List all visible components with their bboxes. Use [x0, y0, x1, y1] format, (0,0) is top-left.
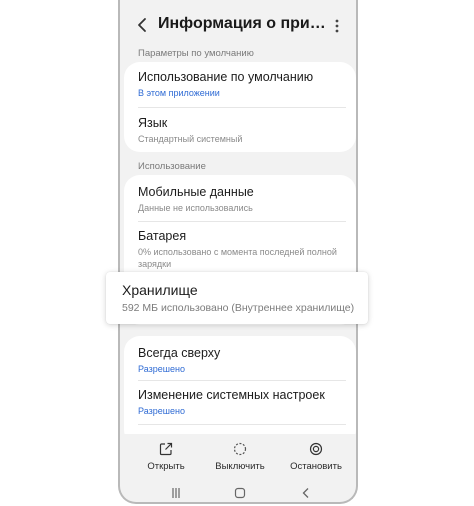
page-title: Информация о приложении — [158, 15, 334, 32]
recent-apps-icon[interactable] — [170, 486, 182, 502]
open-external-icon — [159, 442, 173, 456]
language-subtitle: Стандартный системный — [138, 134, 243, 144]
system-nav-bar — [120, 482, 356, 502]
divider — [138, 424, 346, 425]
defaults-card: Использование по умолчанию В этом прилож… — [124, 62, 356, 152]
language-title: Язык — [138, 116, 168, 130]
section-label-usage: Использование — [138, 161, 206, 172]
default-use-item[interactable]: Использование по умолчанию В этом прилож… — [138, 70, 346, 99]
stop-button[interactable]: Остановить — [276, 442, 356, 472]
open-button[interactable]: Открыть — [126, 442, 206, 472]
stop-label: Остановить — [290, 461, 342, 472]
stop-circle-icon — [309, 442, 323, 456]
disable-dashed-circle-icon — [233, 442, 247, 456]
bottom-action-bar: Открыть Выключить Остановить — [120, 434, 356, 480]
home-icon[interactable] — [234, 486, 246, 502]
always-on-top-title: Всегда сверху — [138, 346, 221, 360]
default-use-subtitle: В этом приложении — [138, 88, 220, 98]
divider — [138, 221, 346, 222]
language-item[interactable]: Язык Стандартный системный — [138, 116, 346, 145]
section-label-defaults: Параметры по умолчанию — [138, 48, 254, 59]
open-label: Открыть — [147, 461, 185, 472]
disable-label: Выключить — [215, 461, 265, 472]
modify-system-settings-subtitle: Разрешено — [138, 406, 185, 416]
storage-item-highlighted[interactable]: Хранилище 592 МБ использовано (Внутренне… — [106, 272, 368, 324]
phone-frame: Информация о приложении Параметры по умо… — [118, 0, 358, 504]
storage-title: Хранилище — [122, 282, 198, 298]
chevron-left-icon[interactable] — [136, 17, 148, 33]
divider — [138, 107, 346, 108]
modify-system-settings-title: Изменение системных настроек — [138, 388, 325, 402]
battery-title: Батарея — [138, 229, 187, 243]
modify-system-settings-item[interactable]: Изменение системных настроек Разрешено — [138, 388, 346, 417]
more-vertical-icon[interactable] — [332, 18, 342, 34]
mobile-data-subtitle: Данные не использовались — [138, 203, 253, 213]
battery-subtitle: 0% использовано с момента последней полн… — [138, 247, 337, 269]
default-use-title: Использование по умолчанию — [138, 70, 314, 84]
back-nav-icon[interactable] — [300, 486, 312, 502]
always-on-top-item[interactable]: Всегда сверху Разрешено — [138, 346, 346, 375]
divider — [138, 380, 346, 381]
storage-subtitle: 592 МБ использовано (Внутреннее хранилищ… — [122, 302, 355, 314]
screen: Информация о приложении Параметры по умо… — [0, 0, 474, 506]
battery-item[interactable]: Батарея 0% использовано с момента послед… — [138, 229, 346, 270]
mobile-data-item[interactable]: Мобильные данные Данные не использовалис… — [138, 185, 346, 214]
mobile-data-title: Мобильные данные — [138, 185, 254, 199]
always-on-top-subtitle: Разрешено — [138, 364, 185, 374]
advanced-card: Всегда сверху Разрешено Изменение систем… — [124, 336, 356, 446]
app-bar: Информация о приложении — [120, 0, 356, 46]
disable-button[interactable]: Выключить — [200, 442, 280, 472]
